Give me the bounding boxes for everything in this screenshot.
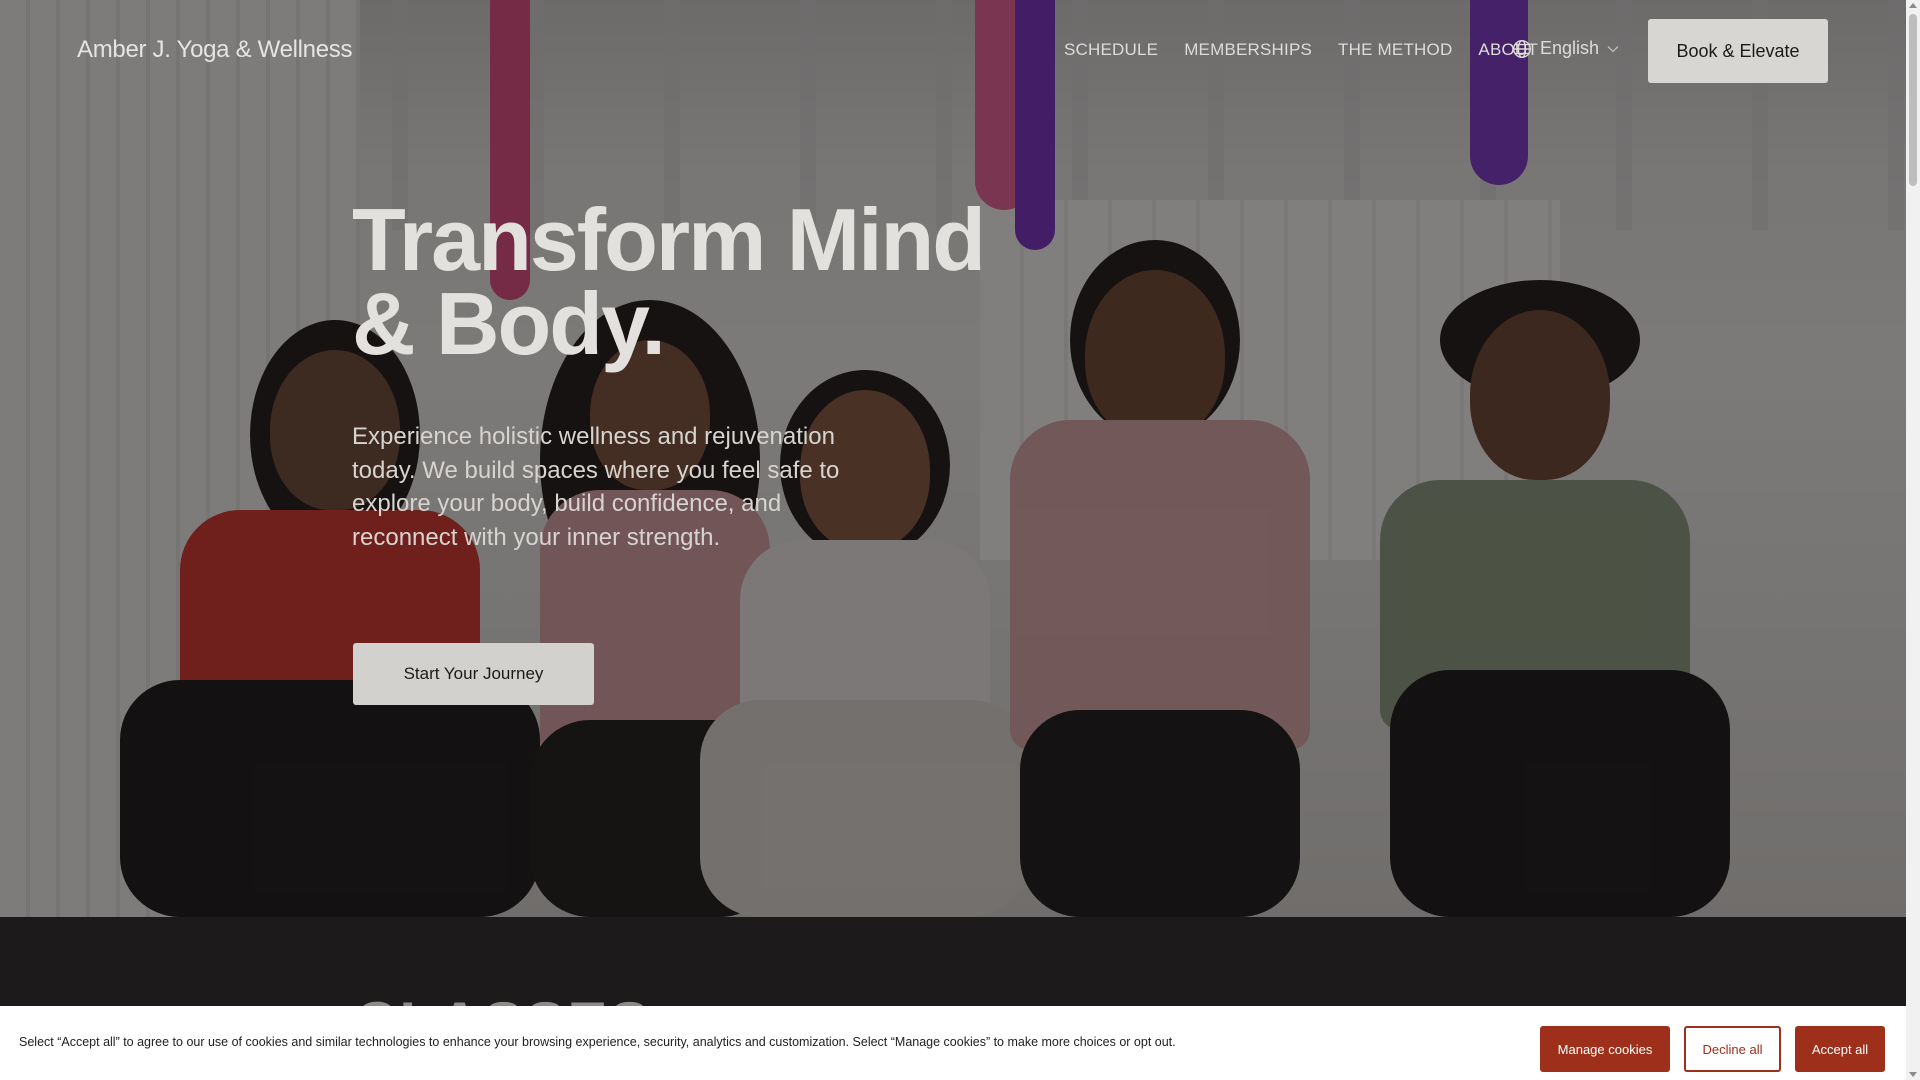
scroll-up-arrow-icon[interactable] <box>1909 3 1917 8</box>
nav-link-schedule[interactable]: SCHEDULE <box>1064 40 1158 60</box>
decline-all-button[interactable]: Decline all <box>1684 1026 1781 1072</box>
hero-dark-overlay <box>0 0 1906 917</box>
hero-subtitle: Experience holistic wellness and rejuven… <box>352 423 840 551</box>
language-label: English <box>1540 38 1600 58</box>
scroll-down-arrow-icon[interactable] <box>1909 1072 1917 1077</box>
scrollbar-thumb[interactable] <box>1909 14 1917 186</box>
language-selector[interactable]: English <box>1512 38 1619 59</box>
nav-link-the-method[interactable]: THE METHOD <box>1338 40 1452 60</box>
globe-icon <box>1512 39 1532 59</box>
top-nav: Amber J. Yoga & Wellness SCHEDULE MEMBER… <box>0 0 1906 100</box>
hero-title: Transform Mind & Body. <box>352 196 992 368</box>
book-elevate-button[interactable]: Book & Elevate <box>1648 19 1828 83</box>
nav-link-memberships[interactable]: MEMBERSHIPS <box>1184 40 1312 60</box>
hero-section: Transform Mind & Body. Experience holist… <box>0 0 1906 917</box>
cookie-consent-bar: Select “Accept all” to agree to our use … <box>0 1006 1906 1080</box>
nav-links: SCHEDULE MEMBERSHIPS THE METHOD ABOUT <box>1064 40 1538 60</box>
accept-all-button[interactable]: Accept all <box>1795 1026 1885 1072</box>
start-journey-button[interactable]: Start Your Journey <box>353 643 594 705</box>
page-scrollbar[interactable] <box>1906 0 1920 1080</box>
chevron-down-icon <box>1607 45 1619 53</box>
cookie-message: Select “Accept all” to agree to our use … <box>19 1035 1176 1049</box>
brand-logo[interactable]: Amber J. Yoga & Wellness <box>77 36 352 64</box>
manage-cookies-button[interactable]: Manage cookies <box>1540 1026 1670 1072</box>
hero-title-line2: & Body. <box>352 274 666 373</box>
